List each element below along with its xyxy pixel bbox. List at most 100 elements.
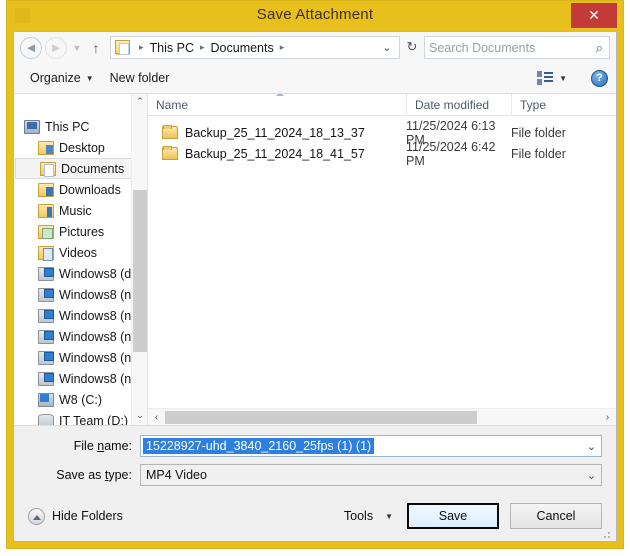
file-name-cell: Backup_25_11_2024_18_13_37 [148, 125, 406, 140]
forward-icon[interactable]: ► [45, 36, 67, 59]
file-name-label: File name: [73, 439, 132, 453]
sidebar-item-pictures[interactable]: Pictures [14, 221, 147, 242]
organize-button[interactable]: Organize ▼ [22, 71, 102, 85]
save-as-type-label: Save as type: [56, 468, 132, 482]
sidebar-item-label: Pictures [59, 224, 105, 239]
scroll-right-icon[interactable]: › [599, 412, 616, 423]
save-as-type-select[interactable]: MP4 Video ⌄ [140, 464, 602, 486]
command-toolbar: Organize ▼ New folder ▼ ? [14, 63, 616, 94]
folder-icon [162, 146, 178, 160]
column-header-date-modified[interactable]: Date modified [406, 93, 511, 116]
up-icon[interactable]: ↑ [86, 40, 106, 56]
new-folder-button[interactable]: New folder [102, 71, 178, 85]
sidebar-item-windows8-n[interactable]: Windows8 (n [14, 284, 147, 305]
type-cell: File folder [511, 146, 566, 161]
table-row[interactable]: Backup_25_11_2024_18_13_37 11/25/2024 6:1… [148, 119, 616, 147]
sidebar-item-windows8-n[interactable]: Windows8 (n [14, 305, 147, 326]
back-icon[interactable]: ◄ [20, 36, 42, 59]
scroll-up-icon[interactable]: ⌃ [132, 94, 147, 111]
chevron-down-icon[interactable]: ⌄ [377, 41, 397, 54]
breadcrumb-documents[interactable]: Documents [209, 41, 276, 55]
horizontal-scrollbar[interactable]: ‹ › [148, 408, 616, 425]
sidebar-item-label: Videos [59, 245, 97, 260]
cancel-button[interactable]: Cancel [510, 503, 602, 529]
column-headers: Name Date modified Type [148, 93, 616, 116]
recent-locations-icon[interactable]: ▼ [70, 43, 84, 53]
organize-label: Organize [30, 71, 81, 85]
sidebar-scrollbar[interactable]: ⌃ ⌄ [131, 94, 147, 425]
address-bar[interactable]: ▸ This PC ▸ Documents ▸ ⌄ [110, 36, 400, 59]
network-drive-icon [38, 266, 54, 281]
sidebar-item-label: Windows8 (d [59, 266, 132, 281]
new-folder-label: New folder [109, 71, 170, 85]
sidebar-item-videos[interactable]: Videos [14, 242, 147, 263]
folder-documents-icon [40, 161, 56, 177]
date-modified-cell: 11/25/2024 6:42 PM [406, 139, 496, 168]
file-name-text: Backup_25_11_2024_18_13_37 [185, 125, 365, 140]
resize-grip[interactable] [603, 529, 613, 539]
save-button[interactable]: Save [407, 503, 499, 529]
sidebar-item-windows8-n[interactable]: Windows8 (n [14, 347, 147, 368]
sidebar-item-documents[interactable]: Documents [15, 158, 146, 179]
breadcrumb-separator: ▸ [199, 42, 205, 52]
folder-pictures-icon [38, 224, 54, 239]
chevron-down-icon[interactable]: ⌄ [583, 440, 600, 453]
navigation-bar: ◄ ► ▼ ↑ ▸ This PC ▸ Documents ▸ ⌄ ↻ Sear… [14, 32, 616, 63]
sidebar-item-downloads[interactable]: Downloads [14, 179, 147, 200]
search-input[interactable]: Search Documents [429, 41, 596, 55]
network-drive-icon [38, 371, 54, 386]
folder-desktop-icon [38, 140, 54, 155]
sidebar-item-label: Downloads [59, 182, 121, 197]
save-as-type-row: Save as type: MP4 Video ⌄ [28, 464, 602, 486]
sidebar-item-windows8-d[interactable]: Windows8 (d [14, 263, 147, 284]
sidebar-item-label: Desktop [59, 140, 105, 155]
refresh-icon[interactable]: ↻ [400, 36, 424, 59]
sidebar-item-label: Windows8 (n [59, 308, 132, 323]
sort-ascending-icon [276, 93, 284, 96]
tools-label: Tools [343, 509, 374, 523]
help-icon[interactable]: ? [591, 69, 608, 87]
file-name-input[interactable]: 15228927-uhd_3840_2160_25fps (1) (1) [143, 438, 375, 454]
scrollbar-thumb[interactable] [165, 410, 477, 424]
column-header-type[interactable]: Type [511, 93, 601, 116]
scrollbar-track[interactable] [165, 410, 599, 425]
folder-downloads-icon [38, 182, 54, 197]
folder-videos-icon [38, 245, 54, 261]
sidebar-item-windows8-n[interactable]: Windows8 (n [14, 326, 147, 347]
scrollbar-thumb[interactable] [133, 190, 147, 352]
chevron-down-icon: ▼ [85, 73, 94, 83]
file-name-field[interactable]: 15228927-uhd_3840_2160_25fps (1) (1) ⌄ [140, 435, 602, 457]
network-drive-icon [38, 350, 54, 365]
change-view-button[interactable]: ▼ [529, 70, 575, 86]
search-box[interactable]: Search Documents ⌕ [424, 36, 610, 59]
file-name-text: Backup_25_11_2024_18_41_57 [185, 146, 365, 161]
save-attachment-dialog: Save Attachment ✕ ◄ ► ▼ ↑ ▸ This PC ▸ Do… [6, 0, 624, 549]
sidebar-item-it-team-d[interactable]: IT Team (D:) [14, 410, 147, 425]
save-form: File name: 15228927-uhd_3840_2160_25fps … [14, 425, 616, 493]
sidebar-item-music[interactable]: Music [14, 200, 147, 221]
hide-folders-button[interactable]: Hide Folders [28, 507, 123, 525]
sidebar-item-label: Music [59, 203, 92, 218]
sidebar-item-windows8-n[interactable]: Windows8 (n [14, 368, 147, 389]
sidebar-item-desktop[interactable]: Desktop [14, 137, 147, 158]
network-drive-icon [38, 329, 54, 344]
scroll-down-icon[interactable]: ⌄ [132, 408, 147, 425]
table-row[interactable]: Backup_25_11_2024_18_41_57 11/25/2024 6:4… [148, 140, 616, 168]
dialog-client-area: ◄ ► ▼ ↑ ▸ This PC ▸ Documents ▸ ⌄ ↻ Sear… [13, 31, 617, 542]
scroll-left-icon[interactable]: ‹ [148, 412, 165, 423]
breadcrumb-this-pc[interactable]: This PC [148, 41, 196, 55]
window-title: Save Attachment [256, 6, 374, 23]
navigation-pane: This PC Desktop Documents Downloads Music Pic… [14, 94, 147, 425]
network-drive-icon [38, 287, 54, 302]
close-button[interactable]: ✕ [571, 3, 617, 28]
column-header-name[interactable]: Name [148, 93, 406, 116]
dialog-footer: Hide Folders Tools ▼ Save Cancel [14, 493, 616, 541]
sidebar-item-label: Documents [61, 161, 125, 176]
sidebar-item-label: Windows8 (n [59, 350, 132, 365]
file-rows: Backup_25_11_2024_18_13_37 11/25/2024 6:1… [148, 116, 616, 408]
sidebar-item-this-pc[interactable]: This PC [14, 116, 147, 137]
title-bar: Save Attachment ✕ [7, 1, 623, 31]
sidebar-item-w8-c[interactable]: W8 (C:) [14, 389, 147, 410]
tools-button[interactable]: Tools ▼ [344, 509, 393, 523]
chevron-down-icon[interactable]: ⌄ [583, 469, 600, 482]
